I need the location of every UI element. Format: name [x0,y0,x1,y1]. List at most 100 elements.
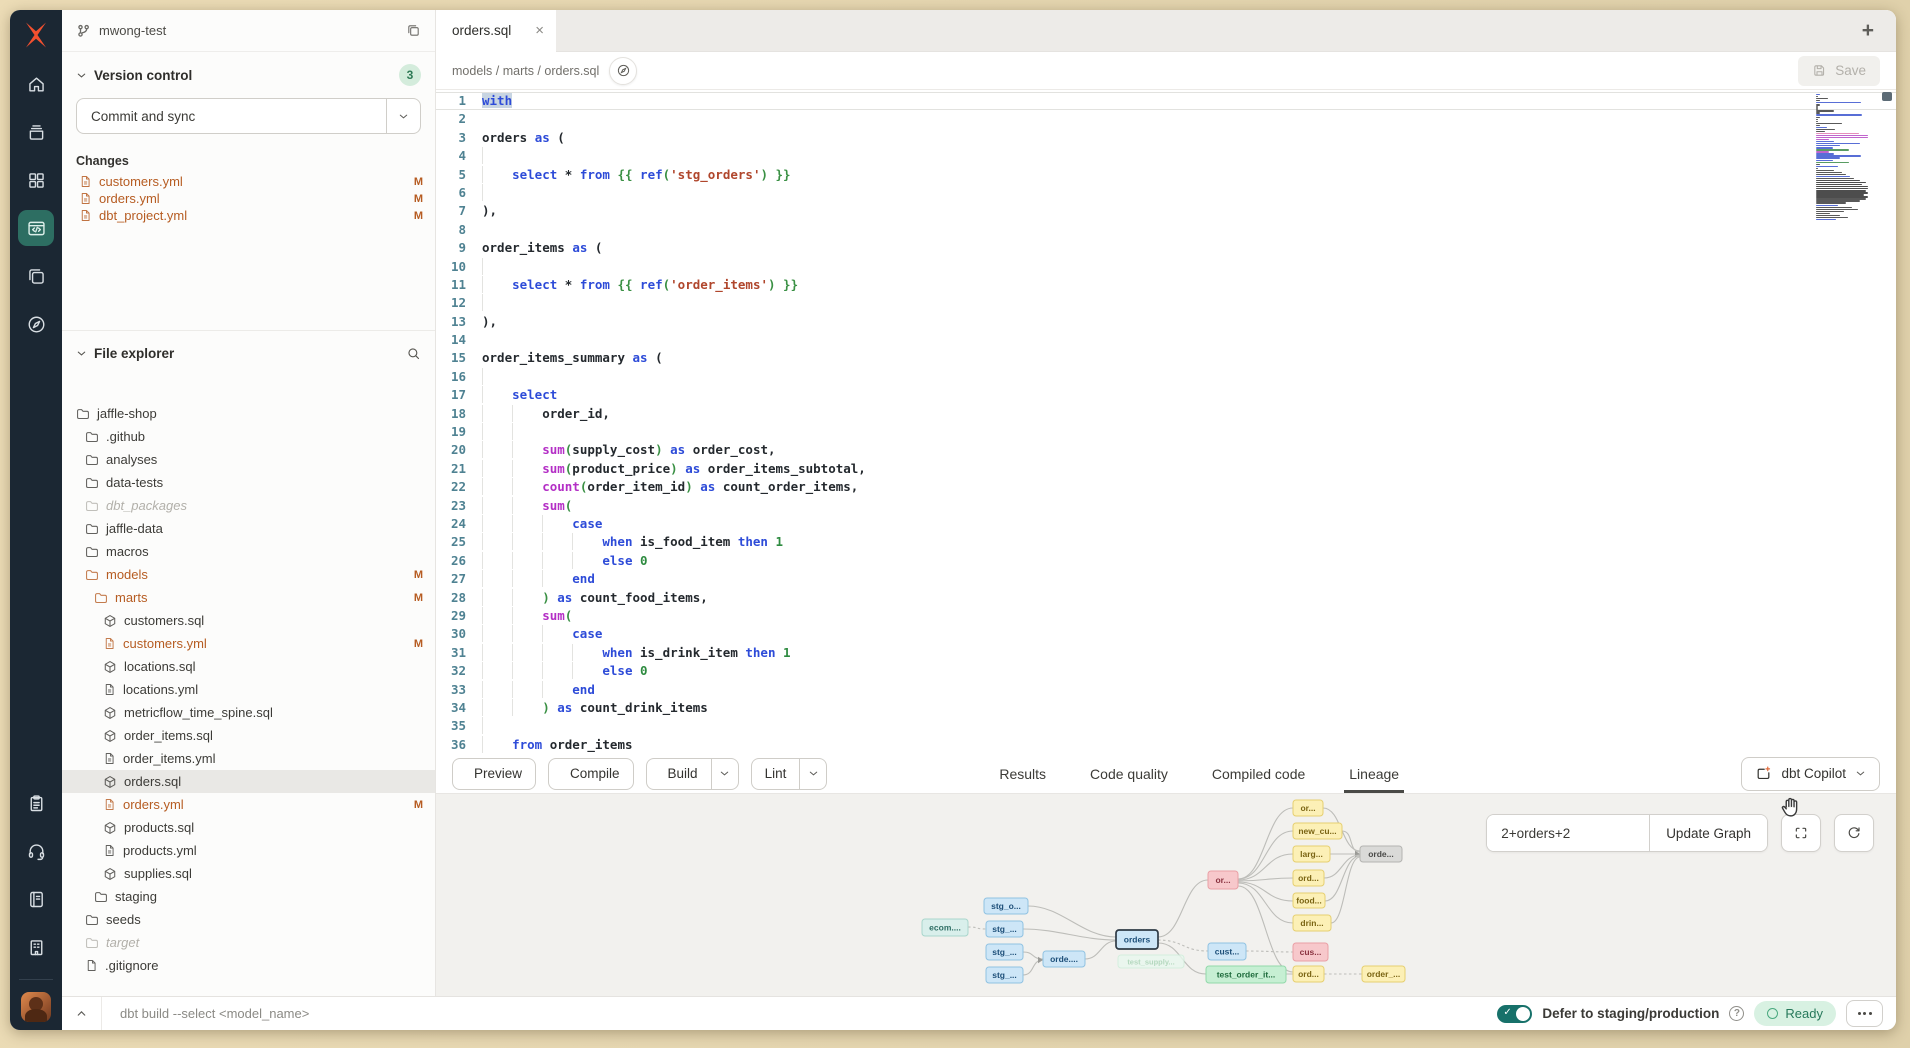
lineage-panel[interactable]: ecom....stg_o...stg_...stg_...stg_...ord… [436,794,1896,996]
rail-jobs-icon[interactable] [18,114,54,150]
commit-options-caret[interactable] [386,99,420,133]
code-line[interactable]: 6 [436,184,1896,202]
code-line[interactable]: 18order_id, [436,405,1896,423]
refresh-icon[interactable] [1834,814,1874,852]
commit-and-sync-button[interactable]: Commit and sync [76,98,421,134]
lint-button[interactable]: Lint [751,758,828,790]
code-line[interactable]: 31when is_drink_item then 1 [436,644,1896,662]
code-line[interactable]: 24case [436,515,1896,533]
search-icon[interactable] [406,342,421,364]
code-line[interactable]: 9order_items as ( [436,239,1896,257]
chevron-down-icon[interactable] [76,348,87,359]
minimap[interactable] [1816,94,1870,221]
compile-button[interactable]: Compile [548,758,634,790]
copy-icon[interactable] [406,23,421,38]
code-line[interactable]: 13), [436,313,1896,331]
lineage-node-or[interactable]: or... [1208,871,1238,889]
tree-item-seeds[interactable]: seeds [62,908,435,931]
code-line[interactable]: 27end [436,570,1896,588]
lineage-node-testorderit[interactable]: test_order_it... [1206,966,1286,983]
save-button[interactable]: Save [1798,56,1880,86]
rail-clipboard-icon[interactable] [18,785,54,821]
tree-item-orders-sql[interactable]: orders.sql [62,770,435,793]
rail-apps-icon[interactable] [18,162,54,198]
tree-item--gitignore[interactable]: .gitignore [62,954,435,977]
changed-file[interactable]: orders.ymlM [62,190,435,207]
tree-item-locations-sql[interactable]: locations.sql [62,655,435,678]
tree-item-staging[interactable]: staging [62,885,435,908]
code-line[interactable]: 10 [436,258,1896,276]
code-line[interactable]: 33end [436,681,1896,699]
code-line[interactable]: 29sum( [436,607,1896,625]
defer-toggle[interactable] [1497,1005,1532,1023]
code-line[interactable]: 23sum( [436,497,1896,515]
lineage-node-or[interactable]: or... [1293,800,1323,816]
rail-develop-icon[interactable] [18,210,54,246]
editor-scrollbar[interactable] [1880,90,1892,754]
code-line[interactable]: 36from order_items [436,736,1896,754]
tree-item-dbt-packages[interactable]: dbt_packages [62,494,435,517]
code-line[interactable]: 35 [436,717,1896,735]
code-line[interactable]: 19 [436,423,1896,441]
tree-item-target[interactable]: target [62,931,435,954]
code-line[interactable]: 32else 0 [436,662,1896,680]
tree-item-supplies-sql[interactable]: supplies.sql [62,862,435,885]
tree-item-products-yml[interactable]: products.yml [62,839,435,862]
lineage-node-orde[interactable]: orde... [1360,846,1402,862]
tree-item-jaffle-data[interactable]: jaffle-data [62,517,435,540]
code-line[interactable]: 14 [436,331,1896,349]
tree-item-order-items-sql[interactable]: order_items.sql [62,724,435,747]
code-line[interactable]: 8 [436,221,1896,239]
lineage-node-ord[interactable]: ord... [1293,966,1324,982]
code-line[interactable]: 17select [436,386,1896,404]
tree-item-metricflow-time-spine-sql[interactable]: metricflow_time_spine.sql [62,701,435,724]
lineage-node-cus[interactable]: cus... [1293,943,1328,961]
code-line[interactable]: 3orders as ( [436,129,1896,147]
update-graph-button[interactable]: Update Graph [1649,815,1767,851]
lineage-node-stgo[interactable]: stg_o... [984,898,1028,914]
lineage-node-drin[interactable]: drin... [1293,915,1331,931]
rail-orchestration-icon[interactable] [18,306,54,342]
code-line[interactable]: 5select * from {{ ref('stg_orders') }} [436,166,1896,184]
code-line[interactable]: 12 [436,294,1896,312]
tab-results[interactable]: Results [999,754,1046,793]
tree-item-products-sql[interactable]: products.sql [62,816,435,839]
code-line[interactable]: 34) as count_drink_items [436,699,1896,717]
rail-notebook-icon[interactable] [18,881,54,917]
tab-close-icon[interactable]: × [535,23,544,38]
code-line[interactable]: 11select * from {{ ref('order_items') }} [436,276,1896,294]
code-line[interactable]: 16 [436,368,1896,386]
tree-item-marts[interactable]: martsM [62,586,435,609]
rail-home-icon[interactable] [18,66,54,102]
code-line[interactable]: 21sum(product_price) as order_items_subt… [436,460,1896,478]
lint-options-caret[interactable] [799,759,826,789]
lineage-node-testsupply[interactable]: test_supply... [1118,955,1184,968]
lineage-node-food[interactable]: food... [1293,893,1325,908]
tree-item-orders-yml[interactable]: orders.ymlM [62,793,435,816]
branch-name[interactable]: mwong-test [99,23,166,38]
changed-file[interactable]: customers.ymlM [62,173,435,190]
tab-compiled-code[interactable]: Compiled code [1212,754,1305,793]
tree-item-macros[interactable]: macros [62,540,435,563]
lineage-node-orders[interactable]: orders [1116,930,1158,949]
tree-item--github[interactable]: .github [62,425,435,448]
help-icon[interactable]: ? [1729,1006,1744,1021]
code-line[interactable]: 15order_items_summary as ( [436,349,1896,367]
tree-item-data-tests[interactable]: data-tests [62,471,435,494]
lineage-node-order[interactable]: order_... [1362,966,1405,982]
changed-file[interactable]: dbt_project.ymlM [62,207,435,224]
tree-item-order-items-yml[interactable]: order_items.yml [62,747,435,770]
lineage-node-stg[interactable]: stg_... [986,967,1023,983]
code-line[interactable]: 7), [436,202,1896,220]
dbt-logo-icon[interactable] [21,20,51,50]
code-line[interactable]: 2 [436,110,1896,128]
tab-lineage[interactable]: Lineage [1349,754,1399,793]
lineage-node-ord[interactable]: ord... [1293,870,1324,886]
dbt-copilot-button[interactable]: dbt Copilot [1741,757,1880,791]
code-editor[interactable]: 1with23orders as (45select * from {{ ref… [436,90,1896,754]
code-line[interactable]: 30case [436,625,1896,643]
tab-code-quality[interactable]: Code quality [1090,754,1168,793]
lineage-node-orde[interactable]: orde.... [1043,951,1085,967]
build-button[interactable]: Build [646,758,739,790]
preview-button[interactable]: Preview [452,758,536,790]
